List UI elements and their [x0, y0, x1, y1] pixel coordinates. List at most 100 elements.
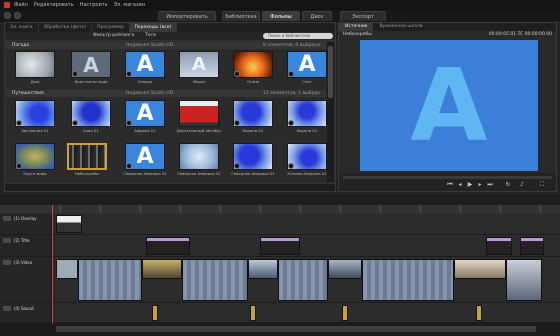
- play-icon[interactable]: [16, 163, 22, 169]
- audio-clip[interactable]: [342, 305, 348, 321]
- timeline-clip[interactable]: [142, 259, 182, 279]
- track-header[interactable]: (4) Sound: [0, 303, 52, 322]
- play-icon[interactable]: [126, 120, 132, 126]
- track-header[interactable]: (1) Overlay: [0, 213, 52, 234]
- tab-export[interactable]: Экспорт: [340, 11, 386, 21]
- library-panel: Эл. книга Обработка (фото) Программа Пер…: [4, 22, 336, 192]
- library-item[interactable]: A Осадки: [125, 51, 165, 84]
- track-header[interactable]: (3) Video: [0, 257, 52, 302]
- play-icon[interactable]: [126, 163, 132, 169]
- audio-clip[interactable]: [476, 305, 482, 321]
- library-item[interactable]: Огонь: [233, 51, 273, 84]
- item-caption: Кристаллы льда: [74, 79, 108, 84]
- play-icon[interactable]: [234, 71, 240, 77]
- library-item-selected[interactable]: Небоскребы: [67, 143, 107, 176]
- scrollbar-thumb[interactable]: [328, 46, 333, 98]
- play-icon[interactable]: [288, 71, 294, 77]
- play-icon[interactable]: [126, 71, 132, 77]
- timeline-clip[interactable]: [260, 237, 300, 255]
- library-search-input[interactable]: Поиск в библиотеке: [263, 33, 333, 39]
- timeline-clip[interactable]: [78, 259, 142, 301]
- play-icon[interactable]: [288, 163, 294, 169]
- timeline-clip[interactable]: [328, 259, 362, 279]
- timeline-clip[interactable]: [146, 237, 190, 255]
- thumbnail: [179, 100, 219, 127]
- tab-movie[interactable]: Фильмы: [262, 11, 300, 21]
- menu-store[interactable]: Эл. магазин: [114, 2, 146, 8]
- library-scrollbar[interactable]: [327, 42, 334, 182]
- timeline-clip[interactable]: [454, 259, 506, 279]
- library-tab-program[interactable]: Программа: [92, 23, 130, 32]
- audio-clip[interactable]: [152, 305, 158, 321]
- tab-import[interactable]: Импортировать: [158, 11, 216, 21]
- step-forward-icon[interactable]: ▸: [477, 182, 483, 188]
- library-tab-photo[interactable]: Обработка (фото): [39, 23, 93, 32]
- timeline-clip[interactable]: [486, 237, 512, 255]
- library-item[interactable]: Карта мира: [15, 143, 55, 176]
- play-icon[interactable]: [234, 163, 240, 169]
- timeline-clip[interactable]: [56, 215, 82, 233]
- library-item[interactable]: Северная Америка 01: [231, 143, 275, 176]
- menu-edit[interactable]: Редактировать: [34, 2, 74, 8]
- tab-library[interactable]: Библиотека: [222, 11, 260, 21]
- timeline-clip[interactable]: [56, 259, 78, 279]
- play-icon[interactable]: [72, 120, 78, 126]
- audio-clip[interactable]: [250, 305, 256, 321]
- library-item[interactable]: Двухэтажный автобус: [177, 100, 221, 133]
- track-header[interactable]: (2) Title: [0, 235, 52, 256]
- library-item[interactable]: A Северная Америка 01: [123, 143, 167, 176]
- timeline-clip[interactable]: [520, 237, 544, 255]
- play-icon[interactable]: [72, 71, 78, 77]
- playhead[interactable]: [52, 205, 53, 335]
- library-item[interactable]: Северная Америка 01: [177, 143, 221, 176]
- loop-icon[interactable]: ↻: [505, 182, 511, 188]
- timeline-overview[interactable]: [0, 323, 560, 336]
- timeline-clip[interactable]: [182, 259, 248, 301]
- library-item[interactable]: A Мороз: [179, 51, 219, 84]
- back-button[interactable]: [4, 12, 11, 19]
- library-item[interactable]: Южная Америка 01: [287, 143, 327, 176]
- library-item[interactable]: A Африка 01: [125, 100, 165, 133]
- track-video-icon: [3, 216, 11, 221]
- item-caption: Европа 01: [296, 128, 318, 133]
- play-button-icon[interactable]: ▶: [467, 182, 473, 188]
- overview-strip[interactable]: [56, 326, 536, 332]
- item-caption: Северная Америка 01: [177, 171, 221, 176]
- library-item[interactable]: Азия 01: [71, 100, 111, 133]
- timeline-clip[interactable]: [362, 259, 454, 301]
- volume-icon[interactable]: ♪: [519, 182, 525, 188]
- timeline-clip[interactable]: [278, 259, 328, 301]
- timeline-clip[interactable]: [506, 259, 542, 301]
- library-item[interactable]: Европа 01: [287, 100, 327, 133]
- play-icon[interactable]: [16, 120, 22, 126]
- group-header-travel[interactable]: Путешествия Недавняя Studio HD 12 элемен…: [6, 90, 326, 97]
- menu-settings[interactable]: Настроить: [80, 2, 108, 8]
- forward-button[interactable]: [14, 12, 21, 19]
- tab-source[interactable]: Источник: [339, 23, 374, 31]
- timeline-ruler[interactable]: [0, 205, 560, 213]
- library-tab-ebook[interactable]: Эл. книга: [5, 23, 39, 32]
- library-item[interactable]: Европа 01: [233, 100, 273, 133]
- go-end-icon[interactable]: ⏭: [487, 182, 493, 188]
- track-video: (3) Video: [0, 257, 560, 303]
- tags-filter[interactable]: Теги: [145, 33, 156, 38]
- library-tab-transitions[interactable]: Переходы (все): [129, 23, 178, 32]
- tab-timeline-preview[interactable]: Временной шкала: [373, 23, 428, 31]
- play-icon[interactable]: [288, 120, 294, 126]
- library-item[interactable]: A Кристаллы льда: [71, 51, 111, 84]
- go-start-icon[interactable]: ⏮: [447, 182, 453, 188]
- timeline-clip[interactable]: [248, 259, 278, 279]
- scrubber[interactable]: [343, 176, 552, 179]
- group-header-weather[interactable]: Погода Недавняя Studio HD 8 элементов, 0…: [6, 42, 326, 49]
- play-icon[interactable]: [234, 120, 240, 126]
- library-item[interactable]: Австралия 01: [15, 100, 55, 133]
- tab-disc[interactable]: Диск: [302, 11, 332, 21]
- library-item[interactable]: Дым: [15, 51, 55, 84]
- library-item[interactable]: A Снег: [287, 51, 327, 84]
- menu-file[interactable]: Файл: [14, 2, 28, 8]
- item-caption: Северная Америка 01: [123, 171, 167, 176]
- fullscreen-icon[interactable]: ⛶: [539, 182, 545, 188]
- item-caption: Южная Америка 01: [287, 171, 327, 176]
- step-back-icon[interactable]: ◂: [457, 182, 463, 188]
- rating-filter[interactable]: Фильтр рейтинга: [93, 33, 134, 38]
